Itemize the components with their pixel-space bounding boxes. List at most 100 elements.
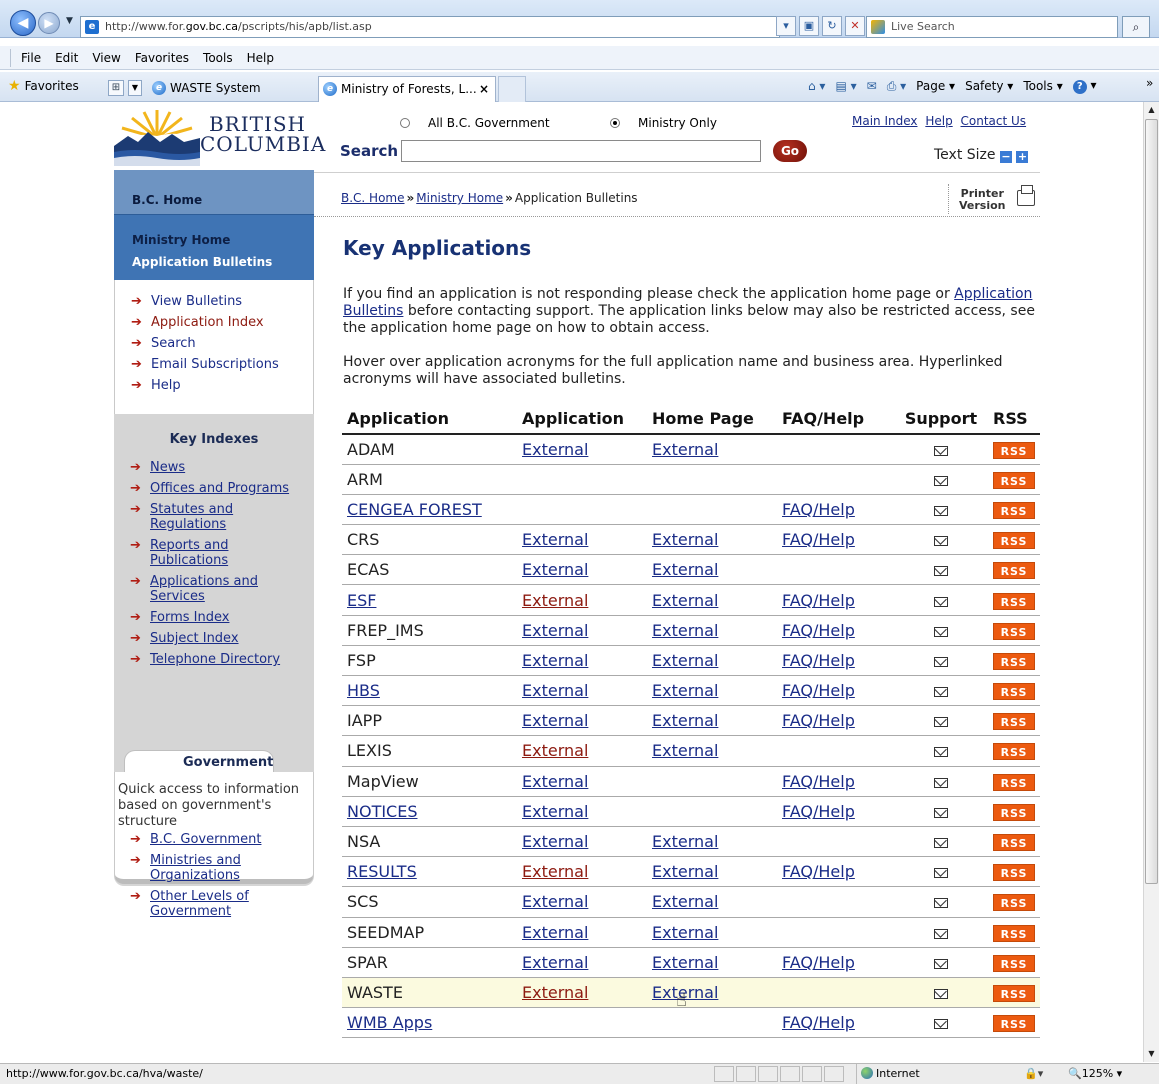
menu-tools[interactable]: Tools (203, 51, 233, 65)
faq-help-link[interactable]: FAQ/Help (782, 1013, 855, 1032)
menu-view[interactable]: View (92, 51, 120, 65)
rss-feed-icon[interactable]: RSS (993, 592, 1035, 610)
key-index-statutes[interactable]: ➔ Statutes and Regulations (124, 502, 244, 532)
breadcrumb-ministry-home[interactable]: Ministry Home (416, 191, 503, 205)
rss-feed-icon[interactable]: RSS (993, 773, 1035, 791)
contact-us-link[interactable]: Contact Us (961, 114, 1027, 128)
faq-help-link[interactable]: FAQ/Help (782, 621, 855, 640)
scroll-thumb[interactable] (1145, 119, 1158, 884)
application-external-link[interactable]: External (522, 892, 588, 911)
menu-edit[interactable]: Edit (55, 51, 78, 65)
faq-help-link[interactable]: FAQ/Help (782, 591, 855, 610)
app-name-link[interactable]: WMB Apps (347, 1013, 432, 1032)
support-mail-icon[interactable] (934, 1019, 948, 1030)
home-page-external-link[interactable]: External (652, 832, 718, 851)
support-mail-icon[interactable] (934, 898, 948, 909)
support-mail-icon[interactable] (934, 656, 948, 667)
application-external-link[interactable]: External (522, 923, 588, 942)
application-external-link[interactable]: External (522, 621, 588, 640)
faq-help-link[interactable]: FAQ/Help (782, 953, 855, 972)
home-page-external-link[interactable]: External (652, 440, 718, 459)
key-index-offices-programs[interactable]: ➔ Offices and Programs (124, 481, 309, 496)
key-index-forms[interactable]: ➔ Forms Index (124, 610, 309, 625)
support-mail-icon[interactable] (934, 717, 948, 728)
application-external-link[interactable]: External (522, 983, 588, 1002)
rss-feed-icon[interactable]: RSS (993, 894, 1035, 912)
favorites-button[interactable]: ★ Favorites (8, 78, 79, 94)
breadcrumb-bc-home[interactable]: B.C. Home (341, 191, 405, 205)
history-dropdown-icon[interactable]: ▼ (66, 16, 73, 26)
support-mail-icon[interactable] (934, 505, 948, 516)
go-button[interactable]: Go (773, 140, 807, 162)
live-search-input[interactable]: Live Search (866, 16, 1118, 38)
application-external-link[interactable]: External (522, 530, 588, 549)
tab-list-icon[interactable]: ▼ (128, 80, 142, 96)
application-external-link[interactable]: External (522, 440, 588, 459)
text-size-plus-icon[interactable]: + (1016, 151, 1029, 163)
key-index-telephone[interactable]: ➔ Telephone Directory (124, 652, 309, 667)
more-chevron-icon[interactable]: » (1146, 76, 1153, 90)
support-mail-icon[interactable] (934, 747, 948, 758)
search-go-icon[interactable]: ⌕ (1122, 16, 1150, 38)
feeds-icon[interactable]: ▤ ▾ (835, 79, 856, 93)
application-external-link[interactable]: External (522, 591, 588, 610)
support-mail-icon[interactable] (934, 958, 948, 969)
main-index-link[interactable]: Main Index (852, 114, 918, 128)
home-page-external-link[interactable]: External (652, 651, 718, 670)
support-mail-icon[interactable] (934, 687, 948, 698)
tab-ministry-of-forests[interactable]: e Ministry of Forests, L... × (318, 76, 496, 102)
faq-help-link[interactable]: FAQ/Help (782, 802, 855, 821)
support-mail-icon[interactable] (934, 566, 948, 577)
home-page-external-link[interactable]: External (652, 741, 718, 760)
rss-feed-icon[interactable]: RSS (993, 532, 1035, 550)
scroll-down-icon[interactable]: ▼ (1144, 1046, 1159, 1062)
home-page-external-link[interactable]: External (652, 681, 718, 700)
address-dropdown-icon[interactable]: ▾ (776, 16, 796, 36)
home-page-external-link[interactable]: External (652, 923, 718, 942)
application-external-link[interactable]: External (522, 862, 588, 881)
app-name-link[interactable]: RESULTS (347, 862, 417, 881)
tab-close-icon[interactable]: × (479, 77, 489, 101)
scroll-up-icon[interactable]: ▲ (1144, 102, 1159, 118)
home-page-external-link[interactable]: External (652, 560, 718, 579)
sidebar-item-view-bulletins[interactable]: ➔ View Bulletins (125, 294, 279, 309)
menu-favorites[interactable]: Favorites (135, 51, 189, 65)
security-zone[interactable]: Internet (856, 1064, 1016, 1084)
rss-feed-icon[interactable]: RSS (993, 743, 1035, 761)
rss-feed-icon[interactable]: RSS (993, 713, 1035, 731)
back-arrow-icon[interactable]: ◀ (10, 10, 36, 36)
menu-help[interactable]: Help (247, 51, 274, 65)
support-mail-icon[interactable] (934, 626, 948, 637)
key-index-news[interactable]: ➔ News (124, 460, 309, 475)
home-page-external-link[interactable]: External (652, 862, 718, 881)
stop-icon[interactable]: ✕ (845, 16, 865, 36)
app-name-link[interactable]: ESF (347, 591, 376, 610)
sidebar-item-help[interactable]: ➔ Help (125, 378, 279, 393)
support-mail-icon[interactable] (934, 596, 948, 607)
faq-help-link[interactable]: FAQ/Help (782, 651, 855, 670)
tab-waste-system[interactable]: e WASTE System (148, 76, 314, 102)
zoom-level[interactable]: 🔍125% ▾ (1068, 1064, 1122, 1084)
home-page-external-link[interactable]: External (652, 892, 718, 911)
application-external-link[interactable]: External (522, 681, 588, 700)
printer-version-button[interactable]: Printer Version (948, 184, 1040, 214)
cmd-tools[interactable]: Tools ▾ (1023, 79, 1062, 93)
rss-feed-icon[interactable]: RSS (993, 984, 1035, 1002)
sidebar-application-bulletins[interactable]: Application Bulletins (132, 255, 272, 269)
application-external-link[interactable]: External (522, 651, 588, 670)
help-link[interactable]: Help (925, 114, 952, 128)
home-icon[interactable]: ⌂ ▾ (808, 79, 825, 93)
mail-icon[interactable]: ✉ (867, 79, 877, 93)
rss-feed-icon[interactable]: RSS (993, 471, 1035, 489)
home-page-external-link[interactable]: External (652, 530, 718, 549)
support-mail-icon[interactable] (934, 868, 948, 879)
support-mail-icon[interactable] (934, 536, 948, 547)
rss-feed-icon[interactable]: RSS (993, 622, 1035, 640)
gov-link-bc-government[interactable]: ➔ B.C. Government (124, 832, 294, 847)
support-mail-icon[interactable] (934, 777, 948, 788)
sidebar-item-search[interactable]: ➔ Search (125, 336, 279, 351)
key-index-reports[interactable]: ➔ Reports and Publications (124, 538, 244, 568)
vertical-scrollbar[interactable]: ▲ ▼ (1143, 102, 1159, 1062)
scope-all-radio[interactable] (400, 118, 410, 128)
home-page-external-link[interactable]: External (652, 591, 718, 610)
